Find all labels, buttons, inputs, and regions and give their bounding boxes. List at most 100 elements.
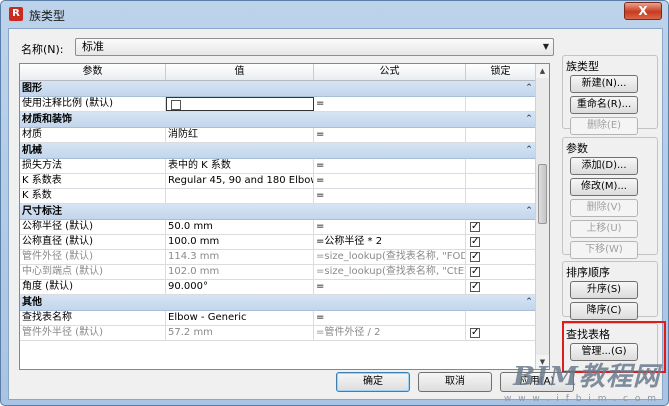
parameter-value[interactable]: 90.000° (166, 280, 314, 294)
lock-cell[interactable] (466, 265, 536, 279)
family-types-title: 族类型 (566, 60, 599, 73)
parameter-formula[interactable]: = (314, 220, 466, 234)
collapse-icon[interactable]: ⌃ (520, 81, 536, 96)
lock-cell[interactable] (466, 174, 536, 188)
lock-cell[interactable] (466, 326, 536, 340)
rename-type-button[interactable]: 重命名(R)... (570, 96, 638, 114)
parameter-formula[interactable]: =size_lookup(查找表名称, "CtE", 1. (314, 265, 466, 279)
lock-cell[interactable] (466, 159, 536, 173)
parameter-value[interactable]: 100.0 mm (166, 235, 314, 249)
column-header-formula[interactable]: 公式 (314, 64, 466, 80)
parameter-value[interactable]: Regular 45, 90 and 180 Elbow (166, 174, 314, 188)
parameter-formula[interactable]: =管件外径 / 2 (314, 326, 466, 340)
column-header-parameter[interactable]: 参数 (20, 64, 166, 80)
chevron-down-icon[interactable]: ▼ (543, 39, 549, 55)
lock-cell[interactable] (466, 189, 536, 203)
type-name-value: 标准 (82, 40, 104, 53)
parameter-value[interactable]: 50.0 mm (166, 220, 314, 234)
parameter-row[interactable]: 管件外半径 (默认) 57.2 mm =管件外径 / 2 (20, 326, 536, 341)
parameter-row[interactable]: 查找表名称 Elbow - Generic = (20, 311, 536, 326)
grid-rows: 图形 ⌃ 使用注释比例 (默认) = 材质和装饰 ⌃ 材质 消防红 = 机械 ⌃ 损失方法 表中的 K … (20, 81, 536, 341)
parameter-formula[interactable]: =公称半径 * 2 (314, 235, 466, 249)
parameter-formula[interactable]: = (314, 159, 466, 173)
lock-cell[interactable] (466, 280, 536, 294)
sort-descending-button[interactable]: 降序(C) (570, 302, 638, 320)
parameter-row[interactable]: K 系数 = (20, 189, 536, 204)
parameter-row[interactable]: 使用注释比例 (默认) = (20, 97, 536, 112)
scroll-up-icon[interactable]: ▲ (536, 64, 549, 78)
column-header-lock[interactable]: 锁定 (466, 64, 536, 80)
vertical-scrollbar[interactable]: ▲ ▼ (535, 64, 549, 369)
lock-checkbox[interactable] (470, 250, 480, 264)
lock-checkbox[interactable] (470, 220, 480, 234)
lock-checkbox[interactable] (470, 235, 480, 249)
group-header[interactable]: 其他 ⌃ (20, 295, 536, 311)
lock-cell[interactable] (466, 128, 536, 142)
lock-checkbox[interactable] (470, 326, 480, 340)
group-header[interactable]: 尺寸标注 ⌃ (20, 204, 536, 220)
collapse-icon[interactable]: ⌃ (520, 204, 536, 219)
parameter-value[interactable]: 消防红 (166, 128, 314, 142)
ok-button[interactable]: 确定 (336, 372, 410, 392)
parameter-row[interactable]: K 系数表 Regular 45, 90 and 180 Elbow = (20, 174, 536, 189)
parameter-formula[interactable]: = (314, 311, 466, 325)
parameter-value[interactable]: 114.3 mm (166, 250, 314, 264)
parameter-value[interactable] (166, 97, 314, 111)
title-bar[interactable]: R 族类型 X (1, 1, 668, 27)
lock-cell[interactable] (466, 235, 536, 249)
type-name-combobox[interactable]: 标准 ▼ (75, 38, 554, 56)
parameter-row[interactable]: 角度 (默认) 90.000° = (20, 280, 536, 295)
parameter-name: 使用注释比例 (默认) (20, 97, 166, 111)
family-types-dialog: R 族类型 X 名称(N): 标准 ▼ 参数 值 公式 锁定 图形 ⌃ 使用注释比例… (0, 0, 669, 406)
parameter-row[interactable]: 损失方法 表中的 K 系数 = (20, 159, 536, 174)
parameter-formula[interactable]: = (314, 128, 466, 142)
parameter-formula[interactable]: = (314, 280, 466, 294)
collapse-icon[interactable]: ⌃ (520, 143, 536, 158)
close-button[interactable]: X (624, 2, 662, 20)
group-header[interactable]: 图形 ⌃ (20, 81, 536, 97)
parameter-value[interactable]: Elbow - Generic (166, 311, 314, 325)
modify-parameter-button[interactable]: 修改(M)... (570, 178, 638, 196)
lock-cell[interactable] (466, 250, 536, 264)
parameter-row[interactable]: 公称半径 (默认) 50.0 mm = (20, 220, 536, 235)
parameter-value[interactable] (166, 189, 314, 203)
lock-checkbox[interactable] (470, 280, 480, 294)
collapse-icon[interactable]: ⌃ (520, 112, 536, 127)
parameter-value[interactable]: 102.0 mm (166, 265, 314, 279)
collapse-icon[interactable]: ⌃ (520, 295, 536, 310)
lock-cell[interactable] (466, 220, 536, 234)
parameter-row[interactable]: 中心到端点 (默认) 102.0 mm =size_lookup(查找表名称, "C… (20, 265, 536, 280)
column-header-value[interactable]: 值 (166, 64, 314, 80)
scrollbar-thumb[interactable] (538, 164, 547, 224)
lock-cell[interactable] (466, 311, 536, 325)
cancel-button[interactable]: 取消 (418, 372, 492, 392)
group-title: 材质和装饰 (22, 114, 72, 125)
delete-type-button[interactable]: 删除(E) (570, 117, 638, 135)
remove-parameter-button[interactable]: 删除(V) (570, 199, 638, 217)
parameter-name: 管件外半径 (默认) (20, 326, 166, 340)
parameter-formula[interactable]: =size_lookup(查找表名称, "FOD", (314, 250, 466, 264)
lock-checkbox[interactable] (470, 265, 480, 279)
revit-app-icon: R (9, 7, 23, 21)
add-parameter-button[interactable]: 添加(D)... (570, 157, 638, 175)
parameter-row[interactable]: 公称直径 (默认) 100.0 mm =公称半径 * 2 (20, 235, 536, 250)
new-type-button[interactable]: 新建(N)... (570, 75, 638, 93)
group-header[interactable]: 材质和装饰 ⌃ (20, 112, 536, 128)
parameter-row[interactable]: 材质 消防红 = (20, 128, 536, 143)
parameter-formula[interactable]: = (314, 174, 466, 188)
move-down-button[interactable]: 下移(W) (570, 241, 638, 259)
parameter-formula[interactable]: = (314, 189, 466, 203)
parameter-value[interactable]: 表中的 K 系数 (166, 159, 314, 173)
lock-cell[interactable] (466, 97, 536, 111)
group-header[interactable]: 机械 ⌃ (20, 143, 536, 159)
parameter-name: 查找表名称 (20, 311, 166, 325)
sort-ascending-button[interactable]: 升序(S) (570, 281, 638, 299)
value-checkbox[interactable] (171, 100, 181, 110)
group-title: 尺寸标注 (22, 206, 62, 217)
parameter-name: 公称直径 (默认) (20, 235, 166, 249)
move-up-button[interactable]: 上移(U) (570, 220, 638, 238)
parameter-value[interactable]: 57.2 mm (166, 326, 314, 340)
parameter-formula[interactable]: = (314, 97, 466, 111)
family-types-group: 族类型 新建(N)... 重命名(R)... 删除(E) (562, 55, 658, 135)
parameter-row[interactable]: 管件外径 (默认) 114.3 mm =size_lookup(查找表名称, "FO… (20, 250, 536, 265)
